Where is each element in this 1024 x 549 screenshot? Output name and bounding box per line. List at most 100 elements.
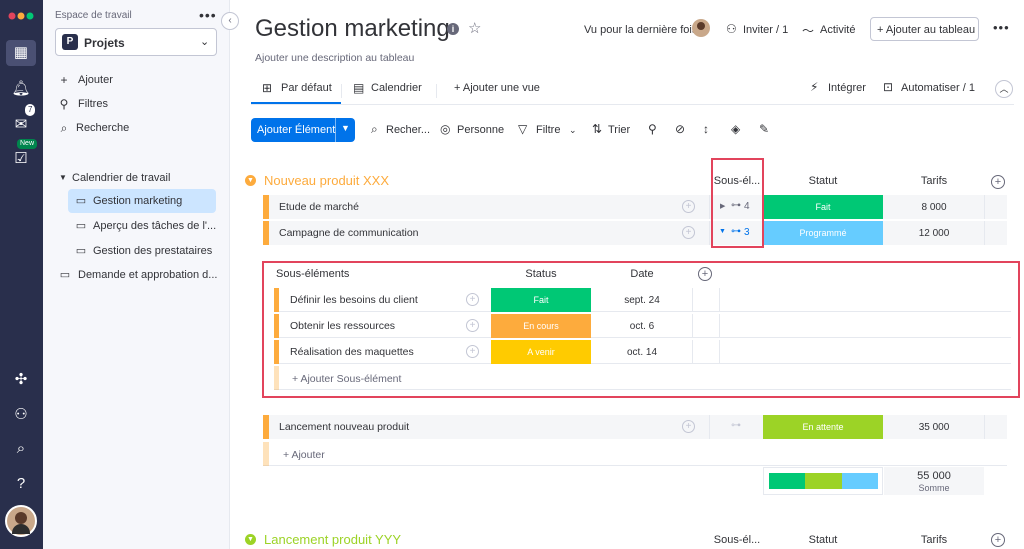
monday-logo-icon[interactable]	[8, 8, 34, 22]
add-item-row[interactable]: + Ajouter	[263, 442, 1007, 466]
folder-caret-icon[interactable]: ▼	[59, 173, 67, 182]
status-cell[interactable]: Fait	[763, 195, 883, 219]
status-cell[interactable]: En attente	[763, 415, 883, 439]
add-item-button[interactable]: Ajouter Élément ▼	[251, 118, 355, 142]
inbox-icon[interactable]: ✉︎	[9, 113, 33, 137]
invite-user-icon[interactable]: ⚇	[9, 403, 33, 427]
color-icon[interactable]: ◈	[731, 122, 740, 136]
search-button[interactable]: Recher...	[386, 124, 430, 136]
subitem-status-cell[interactable]: Fait	[491, 288, 591, 312]
row-name[interactable]: Campagne de communication	[279, 227, 419, 239]
activity-button[interactable]: Activité	[820, 24, 855, 36]
sidebar-folder[interactable]: Calendrier de travail	[72, 172, 170, 184]
pin-icon[interactable]: ⚲	[648, 122, 657, 136]
price-summary[interactable]: 55 000 Somme	[884, 467, 984, 495]
chevron-down-icon[interactable]: ⌄	[569, 125, 577, 136]
collapse-header-button[interactable]: ︿	[995, 80, 1013, 98]
column-header-status[interactable]: Statut	[763, 175, 883, 187]
more-icon[interactable]: •••	[993, 20, 1010, 35]
subitem-name[interactable]: Obtenir les ressources	[290, 320, 395, 332]
group-collapse-icon[interactable]: ▼	[245, 175, 256, 186]
sidebar-item-apercu[interactable]: Aperçu des tâches de l'...	[93, 220, 216, 232]
search-icon[interactable]: ⌕	[9, 437, 33, 461]
status-cell[interactable]: Programmé	[763, 221, 883, 245]
subitem-name[interactable]: Réalisation des maquettes	[290, 346, 414, 358]
add-column-icon[interactable]: +	[698, 267, 712, 281]
add-column-icon[interactable]: +	[991, 175, 1005, 189]
add-to-board-button[interactable]: + Ajouter au tableau	[870, 17, 979, 41]
subitem-date-cell[interactable]: oct. 14	[592, 347, 692, 358]
page-title[interactable]: Gestion marketing	[255, 15, 450, 43]
grid-icon[interactable]: ▦	[9, 41, 33, 65]
subitem-date-cell[interactable]: oct. 6	[592, 321, 692, 332]
add-update-icon[interactable]: +	[466, 293, 479, 306]
subitem-row[interactable]: Réalisation des maquettes + A venir oct.…	[274, 340, 1011, 364]
integrate-button[interactable]: Intégrer	[828, 82, 866, 94]
my-work-icon[interactable]: ☑	[9, 147, 33, 171]
row-name[interactable]: Lancement nouveau produit	[279, 421, 409, 433]
add-subitem-row[interactable]: + Ajouter Sous-élément	[274, 366, 1011, 390]
automate-button[interactable]: Automatiser / 1	[901, 82, 975, 94]
add-update-icon[interactable]: +	[682, 200, 695, 213]
subitems-column-status[interactable]: Status	[491, 268, 591, 280]
hide-icon[interactable]: ⊘	[675, 122, 685, 136]
price-cell[interactable]: 35 000	[884, 422, 984, 433]
table-row[interactable]: Lancement nouveau produit + ⊶ En attente…	[263, 415, 1007, 439]
table-row[interactable]: Campagne de communication + ▼ ⊶ 3 Progra…	[263, 221, 1007, 245]
chevron-down-icon[interactable]: ▼	[341, 123, 350, 133]
workspace-select[interactable]: P Projets ⌄	[55, 28, 217, 56]
tab-calendar[interactable]: Calendrier	[371, 82, 422, 94]
info-icon[interactable]: i	[447, 23, 459, 35]
column-header-status[interactable]: Statut	[763, 534, 883, 546]
table-row[interactable]: Etude de marché + ▶ ⊶ 4 Fait 8 000	[263, 195, 1007, 219]
add-update-icon[interactable]: +	[466, 319, 479, 332]
column-header-subitems[interactable]: Sous-él...	[712, 534, 762, 546]
star-icon[interactable]: ☆	[468, 19, 481, 37]
workspace-menu-icon[interactable]: •••	[199, 7, 217, 23]
sidebar-item-demande[interactable]: Demande et approbation d...	[78, 269, 217, 281]
tab-add-view[interactable]: + Ajouter une vue	[454, 82, 540, 94]
add-update-icon[interactable]: +	[682, 420, 695, 433]
add-update-icon[interactable]: +	[682, 226, 695, 239]
sort-button[interactable]: Trier	[608, 124, 630, 136]
last-seen-label[interactable]: Vu pour la dernière fois	[584, 24, 697, 36]
sidebar-action-add[interactable]: Ajouter	[78, 74, 113, 86]
column-header-price[interactable]: Tarifs	[884, 534, 984, 546]
sidebar-action-search[interactable]: Recherche	[76, 122, 129, 134]
sidebar-action-filters[interactable]: Filtres	[78, 98, 108, 110]
last-seen-avatar[interactable]	[692, 19, 710, 37]
subitems-icon[interactable]: ⊶	[731, 420, 741, 431]
group-title[interactable]: Lancement produit YYY	[264, 532, 401, 547]
price-cell[interactable]: 8 000	[884, 202, 984, 213]
collapse-sidebar-button[interactable]: ‹	[221, 12, 239, 30]
add-column-icon[interactable]: +	[991, 533, 1005, 547]
help-icon[interactable]: ?	[9, 472, 33, 496]
row-name[interactable]: Etude de marché	[279, 201, 359, 213]
sidebar-item-gestion-marketing[interactable]: Gestion marketing	[93, 195, 182, 207]
subitem-status-cell[interactable]: A venir	[491, 340, 591, 364]
add-item-inline-button[interactable]: + Ajouter	[283, 449, 325, 461]
board-description[interactable]: Ajouter une description au tableau	[255, 52, 414, 64]
add-update-icon[interactable]: +	[466, 345, 479, 358]
column-header-price[interactable]: Tarifs	[884, 175, 984, 187]
subitem-date-cell[interactable]: sept. 24	[592, 295, 692, 306]
apps-icon[interactable]: ✣	[9, 368, 33, 392]
row-height-icon[interactable]: ↕	[703, 122, 709, 136]
group-collapse-icon[interactable]: ▼	[245, 534, 256, 545]
subitem-name[interactable]: Définir les besoins du client	[290, 294, 418, 306]
add-subitem-button[interactable]: + Ajouter Sous-élément	[292, 373, 401, 385]
sidebar-item-prestataires[interactable]: Gestion des prestataires	[93, 245, 212, 257]
subitem-row[interactable]: Obtenir les ressources + En cours oct. 6	[274, 314, 1011, 338]
invite-button[interactable]: Inviter / 1	[743, 24, 788, 36]
brush-icon[interactable]: ✎	[759, 122, 769, 136]
subitem-status-cell[interactable]: En cours	[491, 314, 591, 338]
group-title[interactable]: Nouveau produit XXX	[264, 173, 389, 188]
status-summary[interactable]	[763, 467, 883, 495]
subitem-row[interactable]: Définir les besoins du client + Fait sep…	[274, 288, 1011, 312]
person-button[interactable]: Personne	[457, 124, 504, 136]
user-avatar[interactable]	[5, 505, 37, 537]
price-cell[interactable]: 12 000	[884, 228, 984, 239]
subitems-column-date[interactable]: Date	[592, 268, 692, 280]
filter-button[interactable]: Filtre	[536, 124, 560, 136]
bell-icon[interactable]: 🔔︎	[9, 77, 33, 101]
